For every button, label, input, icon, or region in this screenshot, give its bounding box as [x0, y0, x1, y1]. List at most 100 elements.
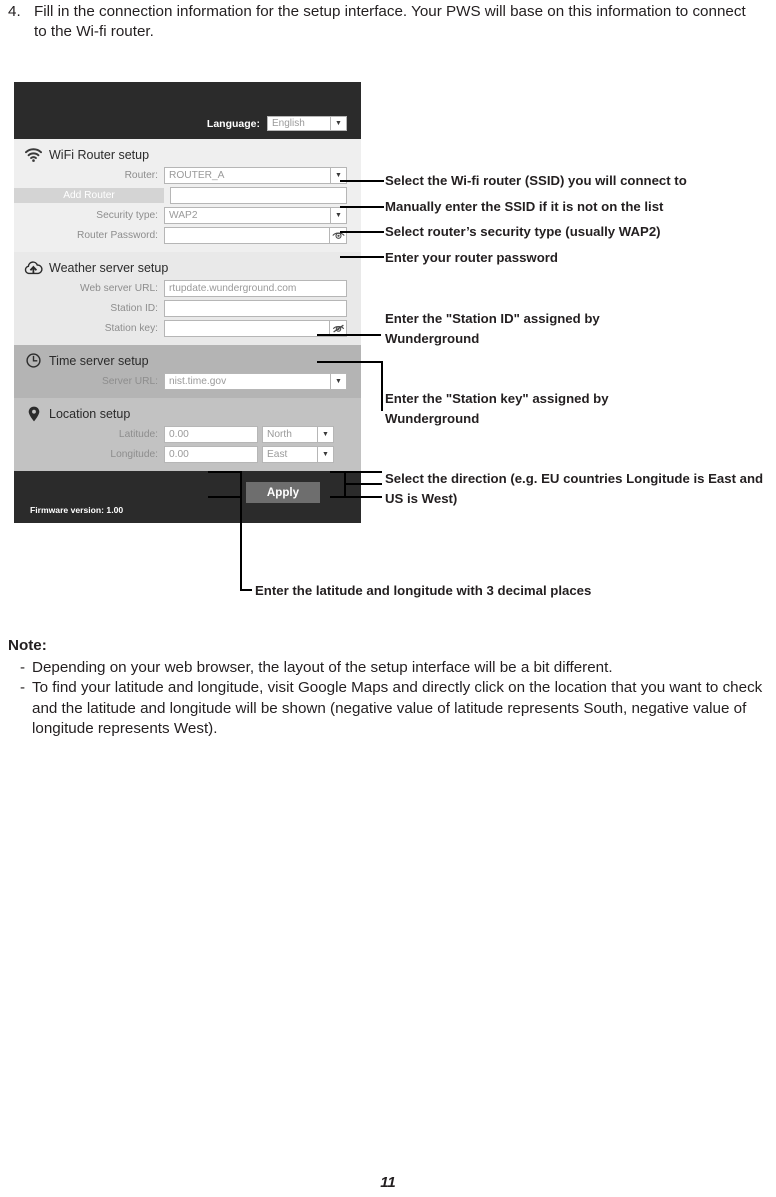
- leader-line-security: [340, 231, 384, 233]
- web-server-url-input[interactable]: rtupdate.wunderground.com: [164, 280, 347, 297]
- leader-line-station-key-tail: [381, 409, 383, 411]
- note-dash: -: [20, 679, 26, 696]
- router-select[interactable]: ROUTER_A ▼: [164, 167, 347, 184]
- password-visibility-toggle[interactable]: [330, 227, 347, 244]
- panel-footer: Firmware version: 1.00 Apply: [14, 471, 361, 523]
- leader-line-dir-out: [344, 483, 382, 485]
- callout-station-id: Enter the "Station ID" assigned by Wunde…: [385, 311, 600, 346]
- note-item-text: To find your latitude and longitude, vis…: [32, 679, 763, 737]
- location-section-title: Location setup: [14, 402, 361, 426]
- leader-line-station-id: [317, 334, 381, 336]
- note-block: Note: - Depending on your web browser, t…: [8, 636, 773, 740]
- time-section-label: Time server setup: [49, 353, 149, 368]
- router-password-input[interactable]: [164, 227, 330, 244]
- leader-line-ssid: [340, 206, 384, 208]
- leader-line-dir-lat: [330, 471, 382, 473]
- callout-direction: Select the direction (e.g. EU countries …: [385, 471, 764, 506]
- security-type-label: Security type:: [96, 210, 158, 221]
- add-router-button[interactable]: Add Router: [14, 188, 164, 203]
- security-type-select[interactable]: WAP2 ▼: [164, 207, 347, 224]
- station-key-field-row: Station key:: [14, 320, 361, 337]
- callout-security-type: Select router’s security type (usually W…: [385, 224, 661, 239]
- router-value: ROUTER_A: [169, 170, 225, 181]
- wifi-section-title: WiFi Router setup: [14, 143, 361, 167]
- panel-header: Language: English ▼: [14, 82, 361, 139]
- add-router-field-row: Add Router: [14, 187, 361, 204]
- leader-line-lon-stub: [208, 496, 241, 498]
- wifi-section-label: WiFi Router setup: [49, 147, 150, 162]
- location-section-label: Location setup: [49, 406, 131, 421]
- leader-line-latlon-vert: [240, 471, 242, 591]
- callout-router-select: Select the Wi-fi router (SSID) you will …: [385, 173, 687, 188]
- wifi-router-section: WiFi Router setup Router: ROUTER_A ▼ Add…: [14, 139, 361, 252]
- latitude-input[interactable]: 0.00: [164, 426, 258, 443]
- station-id-label: Station ID:: [110, 303, 158, 314]
- longitude-label: Longitude:: [110, 449, 158, 460]
- note-item: - To find your latitude and longitude, v…: [8, 678, 773, 740]
- language-value: English: [272, 118, 305, 129]
- cloud-upload-icon: [24, 259, 43, 276]
- latitude-label: Latitude:: [118, 429, 158, 440]
- station-key-label: Station key:: [104, 323, 158, 334]
- wifi-icon: [24, 146, 43, 163]
- clock-icon: [24, 352, 43, 369]
- map-pin-icon: [24, 405, 43, 422]
- weather-server-section: Weather server setup Web server URL: rtu…: [14, 252, 361, 345]
- language-label: Language:: [206, 117, 260, 130]
- chevron-down-icon: ▼: [330, 208, 346, 223]
- note-title: Note:: [8, 637, 47, 654]
- security-type-value: WAP2: [169, 210, 198, 221]
- language-row: Language: English ▼: [207, 116, 347, 131]
- step-text: Fill in the connection information for t…: [34, 3, 746, 40]
- chevron-down-icon: ▼: [330, 374, 346, 389]
- time-section-title: Time server setup: [14, 349, 361, 373]
- longitude-direction-select[interactable]: East ▼: [262, 446, 334, 463]
- longitude-input[interactable]: 0.00: [164, 446, 258, 463]
- weather-section-label: Weather server setup: [49, 260, 169, 275]
- latitude-direction-value: North: [267, 429, 292, 440]
- chevron-down-icon: ▼: [317, 427, 333, 442]
- router-label: Router:: [124, 170, 158, 181]
- callout-manual-ssid: Manually enter the SSID if it is not on …: [385, 199, 664, 214]
- security-type-field-row: Security type: WAP2 ▼: [14, 207, 361, 224]
- leader-line-station-key: [317, 361, 381, 363]
- longitude-direction-value: East: [267, 449, 288, 460]
- leader-line-dir-lon: [330, 496, 382, 498]
- router-password-field-row: Router Password:: [14, 227, 361, 244]
- setup-interface-panel: Language: English ▼ WiFi Router setup Ro…: [14, 82, 361, 523]
- latitude-field-row: Latitude: 0.00 North ▼: [14, 426, 361, 443]
- longitude-field-row: Longitude: 0.00 East ▼: [14, 446, 361, 463]
- station-key-input[interactable]: [164, 320, 330, 337]
- chevron-down-icon: ▼: [317, 447, 333, 462]
- leader-line-password: [340, 256, 384, 258]
- latitude-direction-select[interactable]: North ▼: [262, 426, 334, 443]
- eye-slash-icon: [332, 324, 344, 333]
- station-id-field-row: Station ID:: [14, 300, 361, 317]
- callout-station-key: Enter the "Station key" assigned by Wund…: [385, 391, 609, 426]
- note-item-text: Depending on your web browser, the layou…: [32, 658, 613, 676]
- leader-line-latlon-out: [240, 589, 252, 591]
- apply-button[interactable]: Apply: [246, 482, 320, 503]
- language-select[interactable]: English ▼: [267, 116, 347, 131]
- firmware-version: Firmware version: 1.00: [30, 505, 124, 515]
- location-section: Location setup Latitude: 0.00 North ▼ Lo…: [14, 398, 361, 471]
- note-item: - Depending on your web browser, the lay…: [8, 658, 773, 679]
- callout-lat-long: Enter the latitude and longitude with 3 …: [255, 583, 592, 598]
- page-number: 11: [380, 1174, 396, 1191]
- time-server-url-select[interactable]: nist.time.gov ▼: [164, 373, 347, 390]
- time-server-url-label: Server URL:: [101, 376, 158, 387]
- time-server-url-value: nist.time.gov: [169, 376, 227, 387]
- station-id-input[interactable]: [164, 300, 347, 317]
- web-server-url-field-row: Web server URL: rtupdate.wunderground.co…: [14, 280, 361, 297]
- weather-section-title: Weather server setup: [14, 256, 361, 280]
- leader-line-lat-stub: [208, 471, 241, 473]
- callout-router-password: Enter your router password: [385, 250, 558, 265]
- note-dash: -: [20, 658, 26, 676]
- time-server-section: Time server setup Server URL: nist.time.…: [14, 345, 361, 398]
- add-router-input[interactable]: [170, 187, 347, 204]
- time-server-url-field-row: Server URL: nist.time.gov ▼: [14, 373, 361, 390]
- leader-line-router: [340, 180, 384, 182]
- step-number: 4.: [8, 3, 21, 20]
- chevron-down-icon: ▼: [330, 117, 346, 130]
- router-password-label: Router Password:: [77, 230, 158, 241]
